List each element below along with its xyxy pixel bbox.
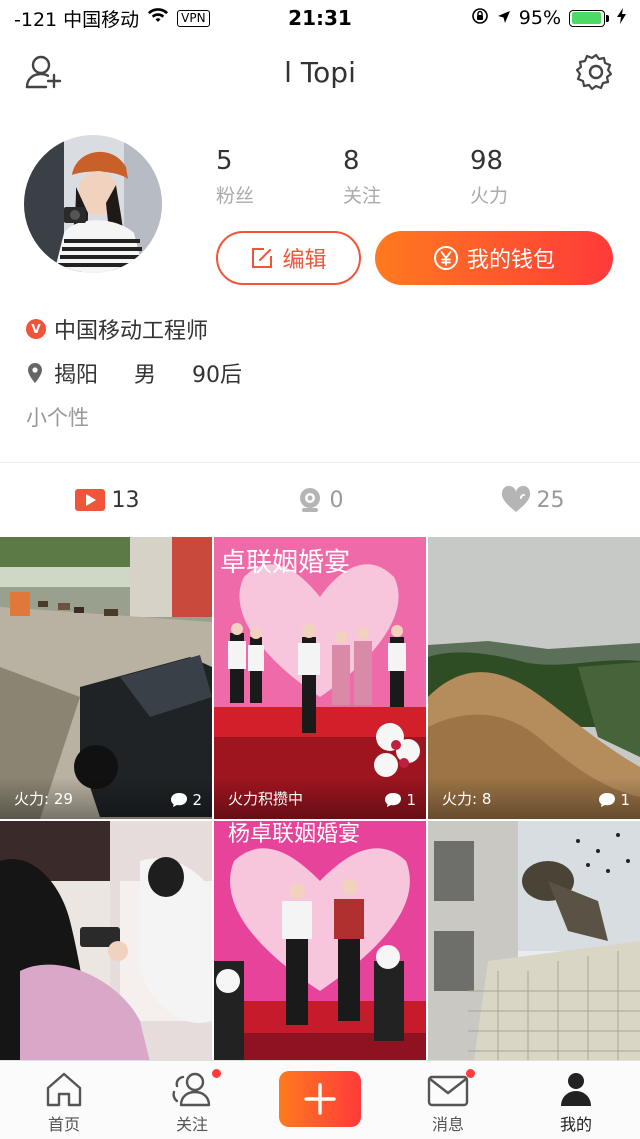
video-grid: 火力: 29 2 卓联姻婚宴 火力积攒中 1 火力: 8 1 杨卓联姻婚宴 [0,537,640,1103]
stat-firepower[interactable]: 98 火力 [470,145,597,208]
stat-value: 8 [343,146,360,176]
comment-count-value: 1 [406,791,416,809]
comment-icon [599,793,616,807]
avatar[interactable] [24,135,162,273]
tab-messages[interactable]: 消息 [384,1061,512,1139]
nav-bar: l Topi [0,40,640,104]
plus-icon [304,1083,336,1115]
tab-label: 关注 [175,1115,208,1134]
stat-label: 粉丝 [216,185,255,207]
verified-title-row: V 中国移动工程师 [26,312,616,346]
notification-dot [212,1069,221,1078]
status-bar: -121 中国移动 VPN 21:31 95% [0,0,640,36]
location-arrow-icon [497,7,511,29]
stat-value: 5 [216,146,233,176]
wifi-icon [147,7,169,29]
comment-count: 2 [170,791,202,809]
thumbnail-meta: 火力积攒中 1 [214,777,426,819]
thumbnail-meta: 火力: 29 2 [0,777,212,819]
tab-label: 首页 [47,1115,80,1134]
stat-label: 火力 [470,185,509,207]
add-friend-button[interactable] [22,50,66,94]
profile-icon [561,1073,591,1106]
edit-icon [252,248,273,268]
notification-dot [466,1069,475,1078]
stat-fans[interactable]: 5 粉丝 [216,145,343,208]
wallet-button[interactable]: 我的钱包 [375,231,613,285]
video-thumbnail[interactable]: 火力: 8 1 [428,537,640,819]
tab-live[interactable]: 0 [213,470,426,530]
firepower-text: 火力: 29 [14,790,73,808]
create-button[interactable] [279,1071,361,1127]
video-thumbnail[interactable]: 卓联姻婚宴 火力积攒中 1 [214,537,426,819]
tab-home[interactable]: 首页 [0,1061,128,1139]
location-row: 揭阳 男 90后 [26,356,616,390]
banner-text: 卓联姻婚宴 [220,548,350,578]
video-icon [74,489,105,511]
tab-label: 消息 [431,1115,464,1134]
charging-icon [617,7,626,29]
location-pin-icon [28,363,42,383]
profile-info: V 中国移动工程师 揭阳 男 90后 小个性 [26,312,616,434]
tab-create[interactable] [256,1061,384,1139]
vpn-badge: VPN [177,9,210,27]
battery-percent: 95% [518,7,561,29]
firepower-text: 火力: 8 [442,790,492,808]
yen-coin-icon [433,246,458,270]
video-thumbnail[interactable]: 火力: 29 2 [0,537,212,819]
comment-count: 1 [598,791,630,809]
rotation-lock-icon [471,7,489,30]
location-text: 揭阳 [54,363,99,388]
stat-label: 关注 [343,185,382,207]
camera-icon [299,488,320,512]
carrier-label: -121 中国移动 [14,8,140,31]
comment-count-value: 2 [192,791,202,809]
verified-title: 中国移动工程师 [54,319,209,344]
tab-videos[interactable]: 13 [0,470,213,530]
battery-icon [569,9,609,27]
settings-button[interactable] [574,50,618,94]
tab-follow[interactable]: 关注 [128,1061,256,1139]
bottom-tab-bar: 首页 关注 消息 我的 [0,1060,640,1139]
tab-likes[interactable]: 25 [426,470,639,530]
comment-count: 1 [384,791,416,809]
wallet-label: 我的钱包 [466,248,555,273]
home-icon [46,1072,82,1107]
message-icon [427,1075,469,1107]
status-right: 95% [471,7,626,30]
comment-icon [385,793,402,807]
follow-icon [172,1072,211,1107]
banner-text: 杨卓联姻婚宴 [228,822,360,847]
page-title: l Topi [284,55,356,89]
stat-following[interactable]: 8 关注 [343,145,470,208]
gear-icon [576,53,613,91]
tab-count: 0 [329,487,344,513]
comment-count-value: 1 [620,791,630,809]
edit-label: 编辑 [282,248,327,273]
divider [0,462,640,463]
tab-count: 13 [111,487,140,513]
heart-icon [501,486,530,512]
status-left: -121 中国移动 VPN [14,5,210,32]
bio-text[interactable]: 小个性 [26,400,616,434]
profile-stats: 5 粉丝 8 关注 98 火力 [216,145,616,208]
firepower-text: 火力积攒中 [228,790,304,808]
content-tabs: 13 0 25 [0,470,640,530]
thumbnail-meta: 火力: 8 1 [428,777,640,819]
age-text: 90后 [192,363,243,388]
tab-label: 我的 [559,1115,592,1134]
gender-text: 男 [134,363,157,388]
add-friend-icon [25,55,62,89]
stat-value: 98 [470,146,504,176]
edit-profile-button[interactable]: 编辑 [216,231,361,285]
comment-icon [171,793,188,807]
verified-badge-icon: V [26,319,46,339]
tab-count: 25 [536,487,565,513]
tab-profile[interactable]: 我的 [512,1061,640,1139]
